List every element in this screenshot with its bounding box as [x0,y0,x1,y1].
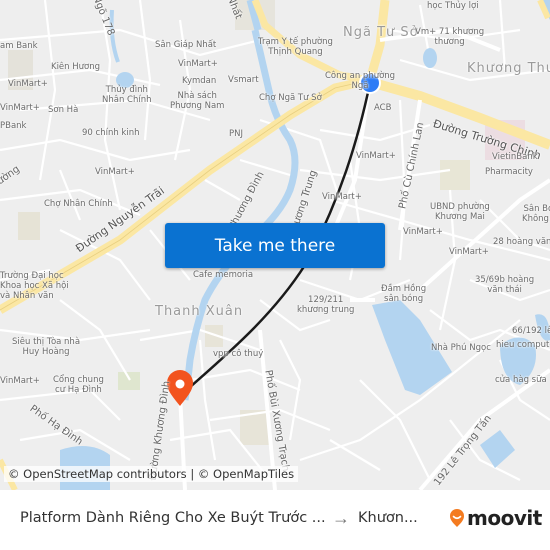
map[interactable]: Ngõ 178 Nhất am Bank Sân Giáp Nhất Trạm … [0,0,550,490]
label-vinmart: VinMart+ [403,227,443,237]
label-kien-huong: Kiên Hương [51,62,101,72]
label-thanh-xuan: Thanh Xuân [155,304,244,319]
map-block [18,212,40,240]
label-hoang-van-thai: 35/69b hoàng văn thái [475,275,535,295]
origin-stop-name: Platform Dành Riêng Cho Xe Buýt Trước ..… [20,510,326,526]
label-cho-nga-tu-so: Chợ Ngã Tư Sở [259,93,322,103]
label-dam-hong: Đầm Hồng sân bóng [381,284,427,304]
label-san-giap-nhat: Sân Giáp Nhất [155,40,217,50]
label-129-khuong-trung: 129/211 khương trung [297,295,355,315]
label-thuy-dinh: Thủy đình Nhân Chính [102,85,152,105]
label-sieu-thi: Siêu thị Tòa nhà Huy Hoàng [12,337,81,357]
moovit-wordmark: moovit [467,506,542,530]
label-vinmart: VinMart+ [8,79,48,89]
label-am-bank: am Bank [0,41,38,51]
label-vinmart: VinMart+ [0,376,40,386]
label-vinmart: VinMart+ [449,247,489,257]
label-pbank: PBank [0,121,27,131]
label-cua-hang-sua: cửa hàg sữa [495,375,547,385]
label-son-ha: Sơn Hà [48,105,79,115]
label-28-hoang-van: 28 hoàng văn [493,237,550,247]
destination-stop-name: Khươn... [358,510,418,526]
footer: Platform Dành Riêng Cho Xe Buýt Trước ..… [0,490,550,550]
label-vinmart: VinMart+ [0,103,40,113]
map-attribution[interactable]: © OpenStreetMap contributors | © OpenMap… [4,466,299,482]
label-hoc-thuy-loi: học Thủy lợi [427,1,479,11]
arrow-right-icon: → [332,508,350,528]
label-nga-tu-so-district: Ngã Tư Sở [343,25,419,40]
label-66-192-le: 66/192 lê [512,326,550,336]
label-cho-nhan-chinh: Chợ Nhân Chính [44,199,113,209]
moovit-pin-icon [450,509,464,527]
label-nha-phu-ngoc: Nhà Phú Ngọc [431,343,491,353]
label-ubnd: UBND phường Khương Mai [430,202,490,222]
label-cong-an: Công an phường Ngã [325,71,396,91]
label-pnj: PNJ [229,129,243,139]
label-khuong-thuong: Khương Thư [467,61,550,76]
label-pharmacity: Pharmacity [485,167,533,177]
map-park [118,372,140,390]
take-me-there-button[interactable]: Take me there [165,223,385,268]
label-dai-hoc: Trường Đại học Khoa học Xã hội và Nhân v… [0,271,69,301]
label-hieu-computer: hieu compute [496,340,550,350]
label-kymdan: Kymdan [182,76,217,86]
label-nha-sach: Nhà sách Phương Nam [170,91,225,111]
label-vinmart: VinMart+ [95,167,135,177]
label-vm71: Vm+ 71 khương thương [415,27,485,47]
label-tram-y-te: Trạm Y tế phường Thịnh Quang [258,37,333,57]
map-block [440,160,470,190]
pond [423,48,437,68]
label-vinmart: VinMart+ [356,151,396,161]
label-cafe-memoria: Cafe memoria [193,270,254,280]
label-vpp-co-thuy: vpp cô thuỷ [213,349,264,359]
label-vietinbank: VietinBank [492,152,538,162]
moovit-logo[interactable]: moovit [449,506,542,530]
label-vinmart: VinMart+ [322,192,362,202]
label-san-bong: Sân Bó Không - [522,204,550,224]
label-acb: ACB [374,103,392,113]
label-cong-chung: Cổng chung cư Hạ Đình [53,375,104,395]
label-vinmart: VinMart+ [178,59,218,69]
canal [109,9,120,63]
label-90-chinh-kinh: 90 chính kinh [82,128,140,138]
label-vsmart: Vsmart [228,75,259,85]
